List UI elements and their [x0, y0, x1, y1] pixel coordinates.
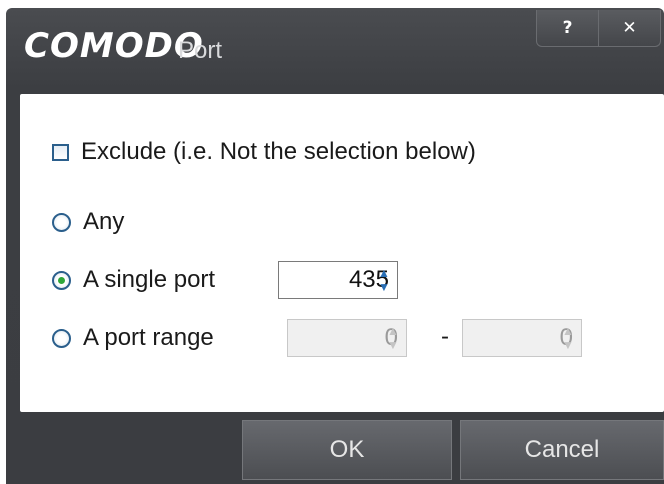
close-icon: ✕ [622, 18, 637, 38]
exclude-option[interactable]: Exclude (i.e. Not the selection below) [52, 137, 476, 167]
cancel-button[interactable]: Cancel [460, 420, 664, 480]
exclude-checkbox[interactable] [52, 143, 69, 161]
help-icon: ? [562, 18, 573, 38]
chevron-down-icon[interactable]: ▼ [562, 338, 574, 352]
single-port-radio[interactable] [52, 270, 71, 290]
chevron-down-icon[interactable]: ▼ [378, 280, 390, 294]
port-range-radio[interactable] [52, 328, 71, 348]
chevron-up-icon[interactable]: ▲ [378, 266, 390, 280]
single-port-option[interactable]: A single port [52, 265, 215, 295]
exclude-label: Exclude (i.e. Not the selection below) [81, 138, 476, 165]
any-radio[interactable] [52, 212, 71, 232]
range-separator: - [441, 323, 449, 350]
chevron-up-icon[interactable]: ▲ [562, 324, 574, 338]
any-label: Any [83, 208, 125, 235]
range-to-stepper[interactable]: ▲ ▼ [558, 319, 578, 357]
single-port-label: A single port [83, 266, 216, 293]
dialog-title: Port [178, 37, 223, 64]
range-from-stepper[interactable]: ▲ ▼ [383, 319, 403, 357]
help-button[interactable]: ? [537, 10, 599, 46]
single-port-spinner: 435 ▲ ▼ [278, 261, 398, 299]
comodo-logo: COMODO [24, 26, 204, 66]
chevron-up-icon[interactable]: ▲ [387, 324, 399, 338]
port-dialog: COMODO Port ? ✕ Exclude (i.e. Not the se… [0, 0, 664, 484]
title-bar-buttons: ? ✕ [536, 10, 661, 47]
range-from-spinner: 0 ▲ ▼ [287, 319, 407, 357]
port-range-option[interactable]: A port range [52, 323, 214, 353]
range-to-spinner: 0 ▲ ▼ [462, 319, 582, 357]
close-button[interactable]: ✕ [599, 10, 660, 46]
ok-button[interactable]: OK [242, 420, 452, 480]
port-range-label: A port range [83, 324, 214, 351]
any-option[interactable]: Any [52, 207, 124, 237]
single-port-stepper[interactable]: ▲ ▼ [374, 261, 394, 299]
chevron-down-icon[interactable]: ▼ [387, 338, 399, 352]
